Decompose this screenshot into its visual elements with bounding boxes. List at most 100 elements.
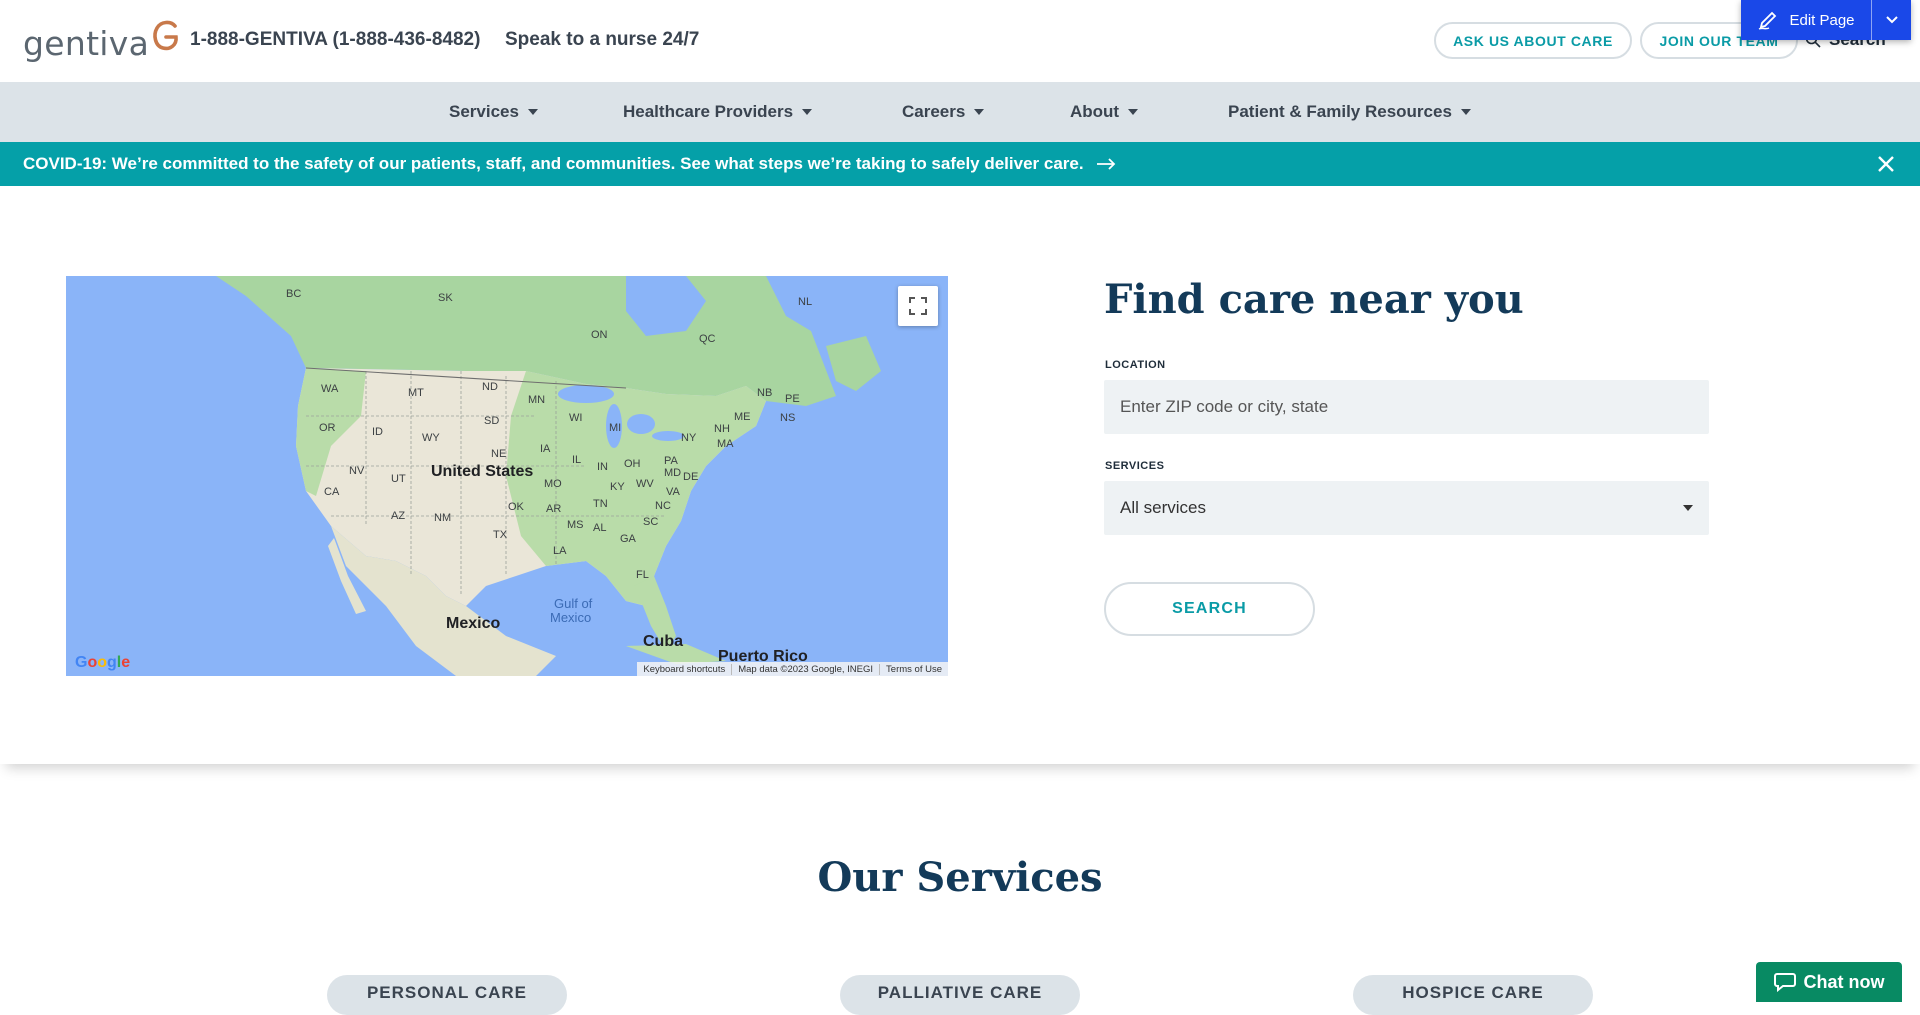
- nav-item-services[interactable]: Services: [449, 102, 538, 122]
- map-label: SD: [484, 415, 500, 427]
- pencil-icon: [1759, 11, 1777, 30]
- services-label: SERVICES: [1105, 460, 1165, 472]
- phone-number-link[interactable]: 1-888-GENTIVA (1-888-436-8482): [190, 29, 480, 51]
- find-care-title: Find care near you: [1104, 276, 1524, 323]
- map-label: NS: [780, 412, 796, 424]
- map-label: NV: [349, 465, 365, 477]
- service-palliative-care[interactable]: PALLIATIVE CARE: [840, 975, 1080, 1015]
- map-label: WV: [636, 478, 654, 490]
- map-label: CA: [324, 486, 340, 498]
- map-label: WY: [422, 432, 440, 444]
- keyboard-shortcuts-link[interactable]: Keyboard shortcuts: [637, 663, 733, 675]
- map-label: SC: [643, 516, 659, 528]
- map-label: TN: [593, 498, 608, 510]
- map-label-country: United States: [431, 463, 534, 480]
- map-label: PA: [664, 455, 678, 467]
- location-label: LOCATION: [1105, 359, 1166, 371]
- close-icon[interactable]: [1876, 154, 1896, 174]
- map-label: BC: [286, 288, 302, 300]
- covid-banner-text: COVID-19: We’re committed to the safety …: [23, 154, 1084, 173]
- map-label: KY: [610, 481, 625, 493]
- nav-item-healthcare-providers[interactable]: Healthcare Providers: [623, 102, 813, 122]
- map-label: MT: [408, 387, 424, 399]
- map-label: MI: [609, 422, 622, 434]
- map-label: NB: [757, 387, 773, 399]
- caret-down-icon: [1683, 505, 1693, 511]
- arrow-right-icon: [1096, 158, 1115, 170]
- nav-label: Healthcare Providers: [623, 102, 794, 121]
- map-label: IA: [540, 443, 551, 455]
- services-select-value: All services: [1120, 498, 1206, 517]
- service-hospice-care[interactable]: HOSPICE CARE: [1353, 975, 1593, 1015]
- nav-label: Patient & Family Resources: [1228, 102, 1452, 121]
- google-map[interactable]: BC SK ON QC NL WA MT ND MN NB PE OR ID S…: [66, 276, 948, 676]
- edit-page-dropdown-button[interactable]: [1871, 0, 1911, 40]
- map-label: MS: [567, 519, 584, 531]
- map-data-text: Map data ©2023 Google, INEGI: [732, 663, 881, 675]
- map-label: NH: [714, 423, 730, 435]
- logo-text: gentiva: [23, 24, 150, 63]
- map-label-country: Cuba: [643, 633, 683, 650]
- map-label: WI: [569, 412, 583, 424]
- nav-item-patient-family-resources[interactable]: Patient & Family Resources: [1228, 102, 1471, 122]
- chat-bubble-icon: [1773, 973, 1796, 992]
- chat-now-button[interactable]: Chat now: [1756, 962, 1902, 1002]
- map-label: NE: [491, 448, 507, 460]
- map-label: QC: [699, 333, 716, 345]
- services-select[interactable]: All services: [1104, 481, 1709, 535]
- nav-label: About: [1070, 102, 1120, 121]
- google-logo: Google: [75, 654, 131, 671]
- map-label: MN: [528, 394, 546, 406]
- service-personal-care[interactable]: PERSONAL CARE: [327, 975, 567, 1015]
- edit-page-label: Edit Page: [1789, 11, 1855, 29]
- map-label: TX: [493, 529, 508, 541]
- map-label: AR: [546, 503, 562, 515]
- map-footer: Keyboard shortcuts Map data ©2023 Google…: [637, 662, 948, 676]
- map-label: OH: [624, 458, 641, 470]
- map-label: IN: [597, 461, 608, 473]
- map-fullscreen-button[interactable]: [898, 286, 938, 326]
- map-label-water: Gulf of: [554, 596, 593, 611]
- our-services-title: Our Services: [817, 854, 1103, 901]
- gentiva-logo[interactable]: gentiva: [23, 20, 181, 60]
- map-label: NL: [798, 296, 813, 308]
- map-label: VA: [666, 486, 680, 498]
- caret-down-icon: [802, 109, 813, 115]
- map-label-water: Mexico: [550, 610, 592, 625]
- map-label: OR: [319, 422, 336, 434]
- nav-label: Careers: [902, 102, 966, 121]
- map-label: OK: [508, 501, 524, 513]
- caret-down-icon: [1128, 109, 1139, 115]
- map-label: WA: [321, 383, 339, 395]
- terms-of-use-link[interactable]: Terms of Use: [880, 664, 948, 675]
- location-input[interactable]: [1104, 380, 1709, 434]
- map-label: GA: [620, 533, 636, 545]
- map-label: FL: [636, 569, 649, 581]
- edit-page-button[interactable]: Edit Page: [1741, 0, 1871, 40]
- covid-banner-link[interactable]: COVID-19: We’re committed to the safety …: [23, 154, 1116, 174]
- main-navigation: Services Healthcare Providers Careers Ab…: [0, 82, 1920, 142]
- ask-about-care-button[interactable]: ASK US ABOUT CARE: [1434, 22, 1632, 59]
- caret-down-icon: [527, 109, 538, 115]
- map-label: ON: [591, 329, 608, 341]
- nav-item-careers[interactable]: Careers: [902, 102, 985, 122]
- nav-item-about[interactable]: About: [1070, 102, 1139, 122]
- map-label: ND: [482, 381, 498, 393]
- fullscreen-icon: [909, 297, 927, 315]
- edit-page-widget: Edit Page: [1741, 0, 1911, 40]
- site-header: gentiva 1-888-GENTIVA (1-888-436-8482) S…: [0, 0, 1920, 82]
- chevron-down-icon: [1885, 16, 1898, 24]
- caret-down-icon: [974, 109, 985, 115]
- map-label: SK: [438, 292, 453, 304]
- nurse-text: Speak to a nurse 24/7: [505, 29, 700, 50]
- heart-logo-icon: [153, 20, 178, 51]
- nav-label: Services: [449, 102, 519, 121]
- caret-down-icon: [1460, 109, 1471, 115]
- find-care-search-button[interactable]: SEARCH: [1104, 582, 1315, 636]
- map-label: IL: [572, 454, 582, 466]
- map-label: ME: [734, 411, 751, 423]
- map-label: MD: [664, 467, 682, 479]
- map-label: MA: [717, 438, 734, 450]
- map-label: UT: [391, 473, 406, 485]
- map-label-country: Mexico: [446, 615, 501, 632]
